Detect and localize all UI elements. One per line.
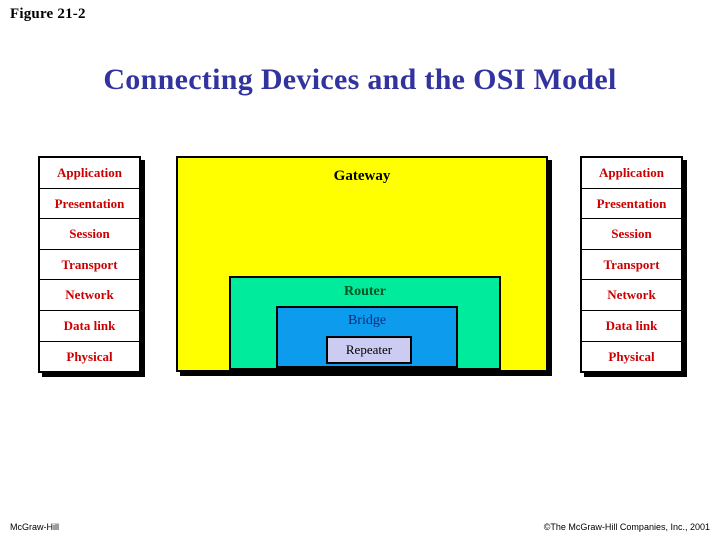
osi-layer-presentation: Presentation xyxy=(40,188,139,220)
osi-stack-left: Application Presentation Session Transpo… xyxy=(38,156,141,374)
device-box-gateway: Gateway Router Bridge Repeater xyxy=(176,156,548,372)
osi-layer-physical: Physical xyxy=(582,341,681,372)
device-label-gateway: Gateway xyxy=(333,168,391,184)
osi-layer-data-link: Data link xyxy=(582,310,681,342)
device-box-router: Router Bridge Repeater xyxy=(229,276,501,370)
osi-layer-network: Network xyxy=(582,280,681,311)
osi-layer-application: Application xyxy=(40,158,139,189)
footer-publisher: McGraw-Hill xyxy=(10,522,59,532)
osi-layer-transport: Transport xyxy=(40,249,139,281)
osi-layer-physical: Physical xyxy=(40,341,139,372)
device-box-repeater: Repeater xyxy=(326,336,412,364)
osi-layer-application: Application xyxy=(582,158,681,189)
osi-layer-presentation: Presentation xyxy=(582,188,681,220)
osi-layer-data-link: Data link xyxy=(40,310,139,342)
device-label-router: Router xyxy=(344,284,386,299)
osi-connecting-devices-diagram: Application Presentation Session Transpo… xyxy=(0,0,720,540)
osi-layer-network: Network xyxy=(40,280,139,311)
osi-layer-transport: Transport xyxy=(582,249,681,281)
osi-layer-session: Session xyxy=(582,219,681,250)
device-label-bridge: Bridge xyxy=(347,313,387,328)
osi-layer-session: Session xyxy=(40,219,139,250)
device-label-repeater: Repeater xyxy=(345,342,393,357)
device-box-bridge: Bridge Repeater xyxy=(276,306,458,368)
osi-stack-right: Application Presentation Session Transpo… xyxy=(580,156,683,374)
footer-copyright: ©The McGraw-Hill Companies, Inc., 2001 xyxy=(543,522,710,532)
